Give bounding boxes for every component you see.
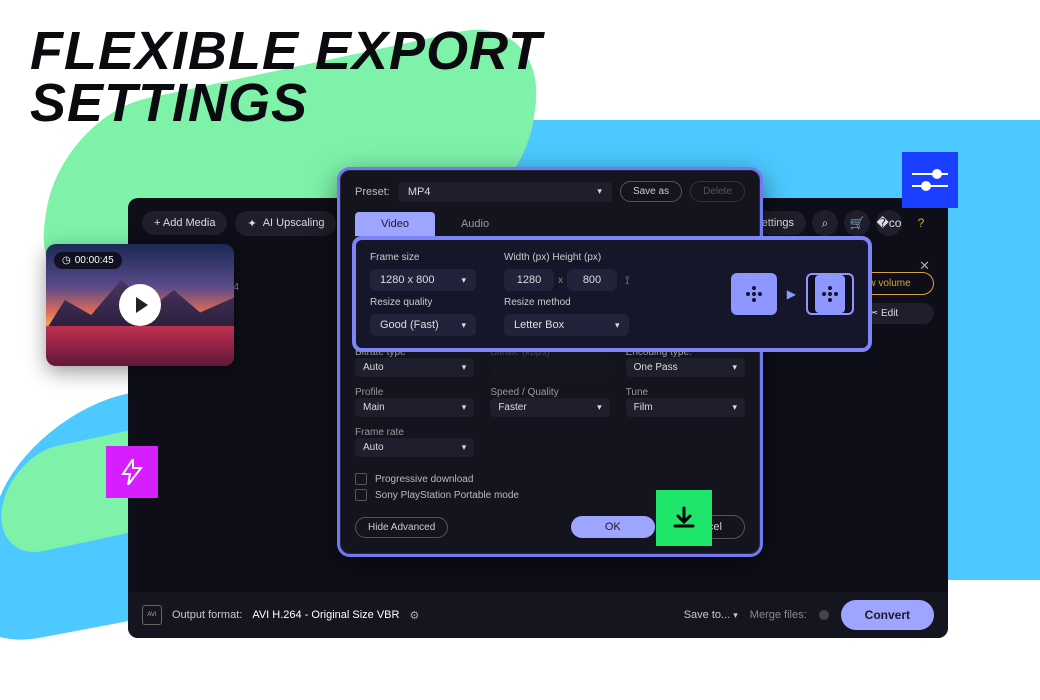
arrow-right-icon: ▶ bbox=[787, 287, 796, 301]
search-button[interactable]: ⌕ bbox=[812, 210, 838, 236]
dialog-tabs: Video Audio bbox=[355, 212, 745, 237]
resize-method-dropdown[interactable]: Letter Box▾ bbox=[504, 314, 629, 336]
ai-upscaling-button[interactable]: ✦AI Upscaling bbox=[235, 211, 336, 236]
output-format-value: AVI H.264 - Original Size VBR bbox=[252, 609, 399, 621]
headline-line-1: FLEXIBLE EXPORT bbox=[30, 26, 542, 78]
clock-icon: ◷ bbox=[62, 255, 71, 266]
gear-icon[interactable]: ⚙ bbox=[409, 609, 419, 622]
height-input[interactable]: 800 bbox=[567, 269, 617, 291]
resize-quality-label: Resize quality bbox=[370, 297, 476, 308]
merge-label: Merge files: bbox=[750, 609, 807, 621]
chevron-down-icon: ▾ bbox=[597, 186, 602, 197]
video-thumbnail[interactable]: ◷00:00:45 bbox=[46, 244, 234, 366]
checkbox-icon bbox=[355, 473, 367, 485]
preview-after bbox=[806, 273, 854, 315]
download-decorative-icon bbox=[656, 490, 712, 546]
cart-icon: 🛒 bbox=[850, 216, 865, 230]
format-badge: AVI bbox=[142, 605, 162, 625]
width-height-label: Width (px) Height (px) bbox=[504, 252, 629, 263]
sliders-decorative-icon bbox=[902, 152, 958, 208]
question-icon: ? bbox=[918, 216, 925, 230]
delete-preset-button[interactable]: Delete bbox=[690, 181, 745, 202]
checkbox-icon bbox=[355, 489, 367, 501]
progressive-download-checkbox[interactable]: Progressive download bbox=[355, 473, 745, 485]
resize-preview: ▶ bbox=[731, 252, 854, 336]
bitrate-input bbox=[490, 358, 609, 377]
chevron-down-icon: ▾ bbox=[462, 362, 467, 373]
resize-quality-dropdown[interactable]: Good (Fast)▾ bbox=[370, 314, 476, 336]
x-separator: x bbox=[558, 275, 563, 286]
width-input[interactable]: 1280 bbox=[504, 269, 554, 291]
play-icon bbox=[136, 297, 148, 313]
encoding-type-dropdown[interactable]: One Pass▾ bbox=[626, 358, 745, 377]
duration-badge: ◷00:00:45 bbox=[54, 252, 122, 269]
chevron-down-icon: ▾ bbox=[597, 402, 602, 413]
ok-button[interactable]: OK bbox=[571, 516, 655, 538]
link-icon[interactable]: ⟟ bbox=[625, 273, 629, 288]
frame-rate-dropdown[interactable]: Auto▾ bbox=[355, 438, 474, 457]
close-button[interactable]: ✕ bbox=[919, 258, 930, 274]
save-as-button[interactable]: Save as bbox=[620, 181, 682, 202]
profile-label: Profile bbox=[355, 387, 474, 398]
share-button[interactable]: �co bbox=[876, 210, 902, 236]
output-format-label: Output format: bbox=[172, 609, 242, 621]
chevron-down-icon: ▾ bbox=[733, 610, 738, 620]
frame-size-panel: Frame size 1280 x 800▾ Resize quality Go… bbox=[352, 236, 872, 352]
bitrate-type-dropdown[interactable]: Auto▾ bbox=[355, 358, 474, 377]
chevron-down-icon: ▾ bbox=[461, 275, 466, 286]
resize-method-label: Resize method bbox=[504, 297, 629, 308]
close-icon: ✕ bbox=[919, 258, 930, 273]
chevron-down-icon: ▾ bbox=[732, 402, 737, 413]
bottom-bar: AVI Output format: AVI H.264 - Original … bbox=[128, 592, 948, 638]
cart-button[interactable]: 🛒 bbox=[844, 210, 870, 236]
chevron-down-icon: ▾ bbox=[462, 442, 467, 453]
play-button[interactable] bbox=[119, 284, 161, 326]
chevron-down-icon: ▾ bbox=[462, 402, 467, 413]
speed-quality-dropdown[interactable]: Faster▾ bbox=[490, 398, 609, 417]
chevron-down-icon: ▾ bbox=[732, 362, 737, 373]
bolt-decorative-icon bbox=[106, 446, 158, 498]
speed-quality-label: Speed / Quality bbox=[490, 387, 609, 398]
sparkle-icon: ✦ bbox=[247, 217, 256, 230]
tab-audio[interactable]: Audio bbox=[435, 212, 515, 236]
tab-video[interactable]: Video bbox=[355, 212, 435, 236]
add-media-button[interactable]: + Add Media bbox=[142, 211, 227, 235]
frame-size-label: Frame size bbox=[370, 252, 476, 263]
chevron-down-icon: ▾ bbox=[615, 320, 620, 331]
tune-dropdown[interactable]: Film▾ bbox=[626, 398, 745, 417]
frame-rate-label: Frame rate bbox=[355, 427, 474, 438]
headline-line-2: SETTINGS bbox=[30, 78, 542, 130]
preset-dropdown[interactable]: MP4 ▾ bbox=[398, 182, 612, 202]
convert-button[interactable]: Convert bbox=[841, 600, 934, 630]
share-icon: �co bbox=[877, 216, 902, 230]
chevron-down-icon: ▾ bbox=[461, 320, 466, 331]
save-to-dropdown[interactable]: Save to... ▾ bbox=[684, 609, 738, 621]
preset-label: Preset: bbox=[355, 186, 390, 198]
merge-toggle[interactable] bbox=[819, 610, 829, 620]
search-icon: ⌕ bbox=[822, 216, 829, 231]
frame-size-dropdown[interactable]: 1280 x 800▾ bbox=[370, 269, 476, 291]
preview-before bbox=[731, 273, 777, 315]
help-button[interactable]: ? bbox=[908, 210, 934, 236]
profile-dropdown[interactable]: Main▾ bbox=[355, 398, 474, 417]
tune-label: Tune bbox=[626, 387, 745, 398]
hide-advanced-button[interactable]: Hide Advanced bbox=[355, 517, 448, 538]
headline: FLEXIBLE EXPORT SETTINGS bbox=[30, 26, 542, 130]
